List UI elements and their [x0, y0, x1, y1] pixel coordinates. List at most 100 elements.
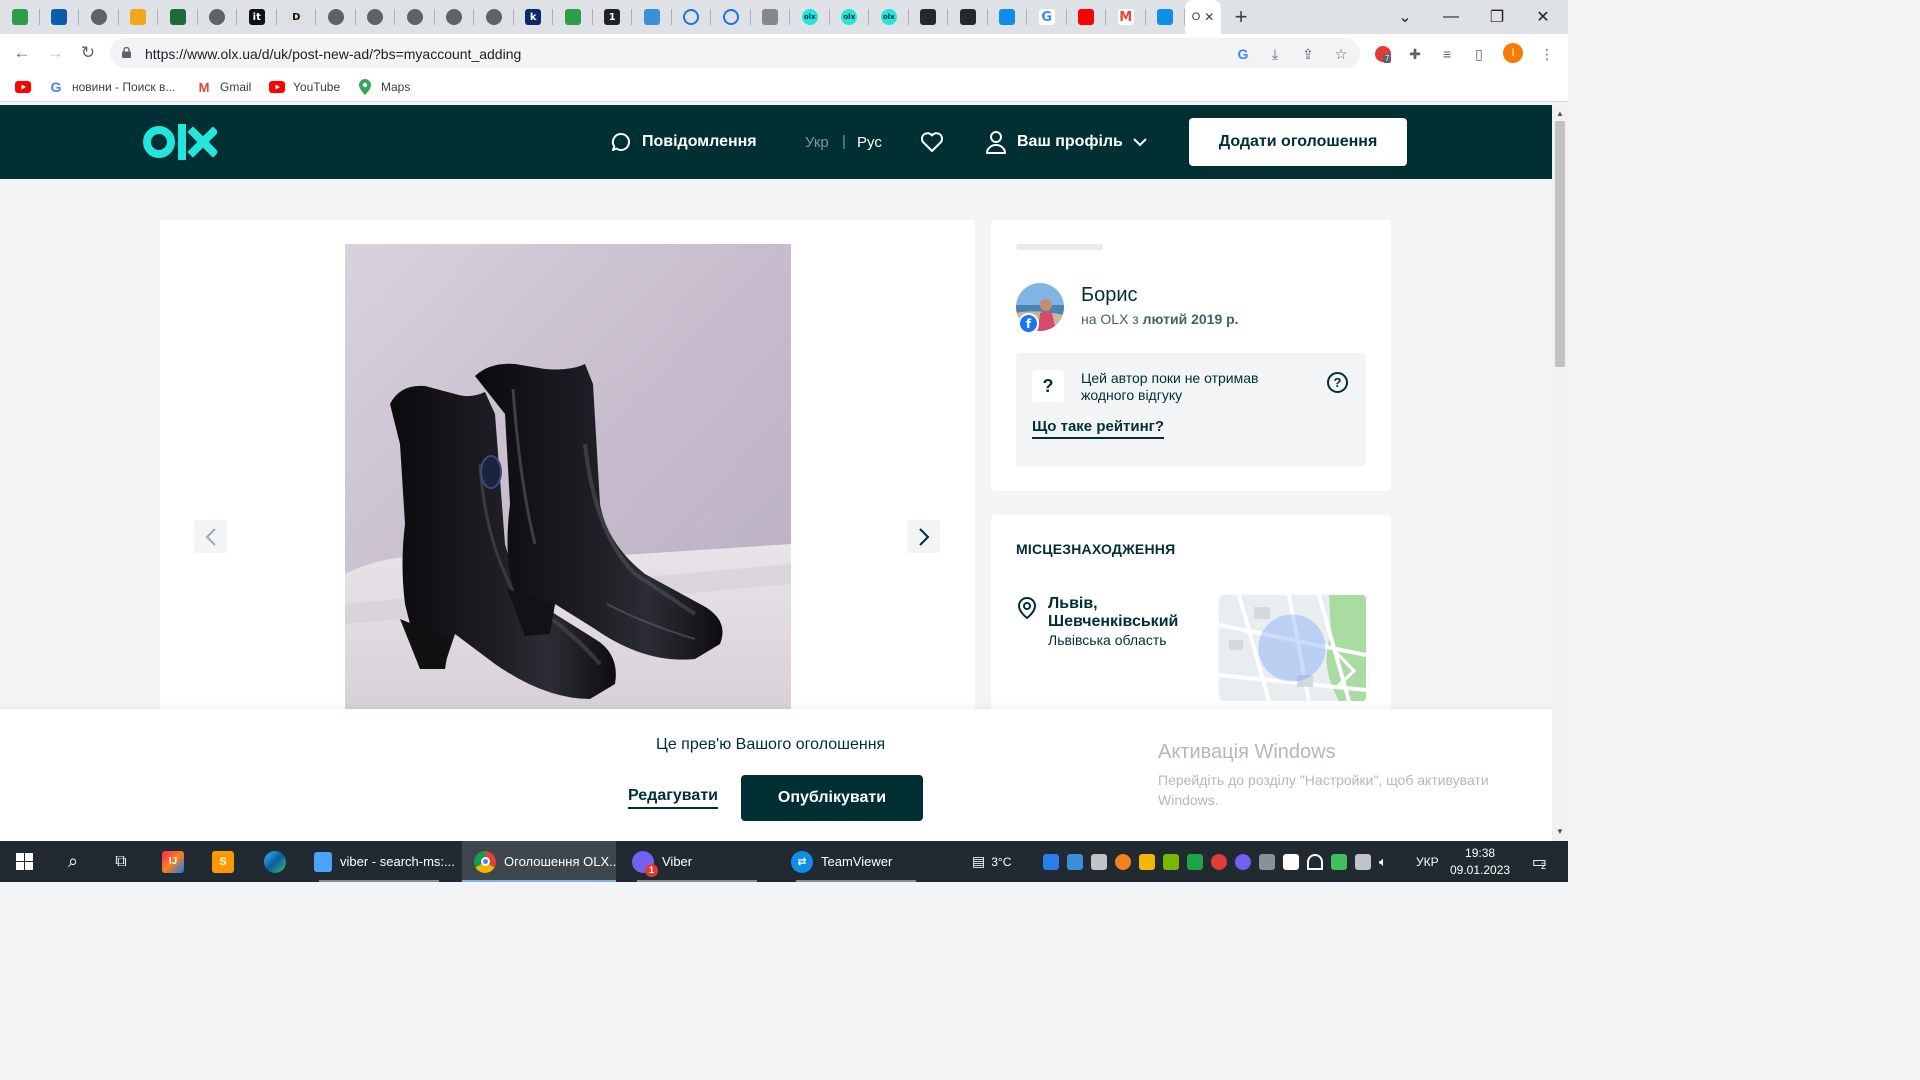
scroll-up-icon[interactable]: ▲ [1556, 109, 1564, 118]
add-ad-button[interactable]: Додати оголошення [1189, 118, 1407, 166]
menu-kebab-icon[interactable]: ⋮ [1537, 44, 1557, 64]
forward-icon[interactable]: → [43, 41, 67, 65]
weather-widget[interactable]: ▤ 3°C [972, 841, 1011, 882]
bookmark-youtube-1[interactable] [15, 79, 31, 95]
taskbar-app-viber[interactable]: 1 Viber [620, 841, 775, 882]
extensions-puzzle-icon[interactable]: ✚ [1405, 44, 1425, 64]
browser-tab[interactable]: olx [869, 0, 909, 34]
wifi-icon[interactable] [1307, 853, 1323, 870]
browser-tab[interactable] [79, 0, 119, 34]
browser-tab[interactable] [988, 0, 1028, 34]
browser-tab[interactable] [751, 0, 791, 34]
google-translate-icon[interactable]: G [1234, 45, 1252, 63]
browser-tab[interactable]: it [237, 0, 277, 34]
url-text[interactable]: https://www.olx.ua/d/uk/post-new-ad/?bs=… [145, 46, 521, 62]
reading-list-icon[interactable]: ≡ [1437, 44, 1457, 64]
search-icon[interactable]: ⌕ [50, 841, 96, 882]
browser-tab[interactable] [632, 0, 672, 34]
messages-link[interactable]: Повідомлення [610, 105, 757, 179]
lock-icon[interactable] [122, 47, 131, 58]
browser-tab[interactable] [474, 0, 514, 34]
browser-tab[interactable]: D [277, 0, 317, 34]
security-icon[interactable] [1283, 853, 1299, 870]
gallery-prev-arrow[interactable] [194, 520, 227, 553]
install-icon[interactable]: ⤓ [1266, 45, 1284, 63]
browser-tab[interactable]: G [1027, 0, 1067, 34]
battery-icon[interactable] [1355, 853, 1371, 870]
bookmark-news[interactable]: G новини - Поиск в... [48, 79, 176, 95]
olx-logo[interactable] [143, 124, 217, 160]
back-icon[interactable]: ← [10, 41, 34, 65]
profile-menu[interactable]: Ваш профіль [985, 105, 1147, 179]
help-circle-icon[interactable]: ? [1327, 372, 1348, 393]
browser-tab[interactable]: k [514, 0, 554, 34]
browser-tab[interactable] [316, 0, 356, 34]
browser-tab[interactable] [553, 0, 593, 34]
gallery-next-arrow[interactable] [907, 520, 940, 553]
location-map[interactable] [1219, 595, 1366, 701]
start-button[interactable] [0, 841, 48, 882]
taskbar-app-chrome[interactable]: Оголошення OLX... [462, 841, 616, 882]
browser-tab[interactable] [1146, 0, 1186, 34]
clock[interactable]: 19:38 09.01.2023 [1450, 845, 1510, 879]
edit-link[interactable]: Редагувати [628, 787, 718, 809]
browser-tab[interactable] [198, 0, 238, 34]
tray-app-icon[interactable] [1091, 853, 1107, 870]
scroll-down-icon[interactable]: ▼ [1556, 827, 1564, 836]
publish-button[interactable]: Опублікувати [741, 775, 923, 821]
bookmark-star-icon[interactable]: ☆ [1332, 45, 1350, 63]
tray-app-icon[interactable] [1043, 853, 1059, 870]
lang-rus[interactable]: Рус [857, 134, 882, 151]
tray-app-icon[interactable] [1187, 853, 1203, 870]
browser-tab[interactable] [672, 0, 712, 34]
reload-icon[interactable]: ↻ [76, 41, 100, 65]
active-tab[interactable]: О ✕ [1185, 0, 1221, 34]
tray-app-icon[interactable] [1259, 853, 1275, 870]
tray-app-icon[interactable] [1139, 853, 1155, 870]
adblock-extension-icon[interactable]: 7 [1373, 44, 1393, 64]
browser-tab[interactable] [909, 0, 949, 34]
close-window-button[interactable]: ✕ [1520, 0, 1566, 34]
browser-tab[interactable]: M [1106, 0, 1146, 34]
bookmark-maps[interactable]: Maps [357, 79, 410, 95]
browser-tab[interactable] [711, 0, 751, 34]
address-bar[interactable]: https://www.olx.ua/d/uk/post-new-ad/?bs=… [110, 38, 1360, 68]
browser-tab[interactable] [948, 0, 988, 34]
task-view-icon[interactable]: ⧉ [98, 841, 144, 882]
browser-tab[interactable] [158, 0, 198, 34]
close-tab-icon[interactable]: ✕ [1204, 10, 1214, 24]
volume-icon[interactable]: 🔈︎ [1379, 854, 1387, 870]
share-icon[interactable]: ⇪ [1299, 45, 1317, 63]
input-language[interactable]: УКР [1416, 841, 1439, 882]
rating-info-link[interactable]: Що таке рейтинг? [1032, 418, 1165, 439]
browser-tab[interactable] [0, 0, 40, 34]
tray-app-icon[interactable] [1211, 853, 1227, 870]
taskbar-app-explorer[interactable]: viber - search-ms:... [302, 841, 456, 882]
page-scrollbar[interactable]: ▲ ▼ [1552, 105, 1568, 841]
scroll-thumb[interactable] [1555, 121, 1565, 367]
new-tab-button[interactable]: + [1221, 4, 1261, 30]
bookmark-gmail[interactable]: M Gmail [196, 79, 252, 95]
tray-app-icon[interactable] [1067, 853, 1083, 870]
browser-tab[interactable]: 1 [593, 0, 633, 34]
browser-tab[interactable] [119, 0, 159, 34]
taskbar-app-teamviewer[interactable]: ⇄ TeamViewer [779, 841, 934, 882]
minimize-button[interactable]: — [1428, 0, 1474, 34]
lang-ukr[interactable]: Укр [805, 134, 829, 151]
profile-avatar[interactable]: I [1503, 43, 1523, 63]
ad-photo-boots[interactable] [345, 244, 791, 724]
nvidia-icon[interactable] [1163, 853, 1179, 870]
restore-button[interactable]: ❐ [1474, 0, 1520, 34]
intellij-icon[interactable]: IJ [150, 841, 196, 882]
tray-app-icon[interactable] [1115, 853, 1131, 870]
browser-tab[interactable] [40, 0, 80, 34]
viber-tray-icon[interactable] [1235, 853, 1251, 870]
browser-tab[interactable]: olx [830, 0, 870, 34]
favorites-heart-icon[interactable] [920, 105, 944, 179]
browser-tab[interactable]: olx [790, 0, 830, 34]
tab-search-icon[interactable]: ⌄ [1382, 0, 1428, 34]
browser-tab[interactable] [395, 0, 435, 34]
edge-icon[interactable] [252, 841, 298, 882]
browser-tab[interactable] [435, 0, 475, 34]
notification-center[interactable]: ▭ 2 [1524, 841, 1554, 882]
